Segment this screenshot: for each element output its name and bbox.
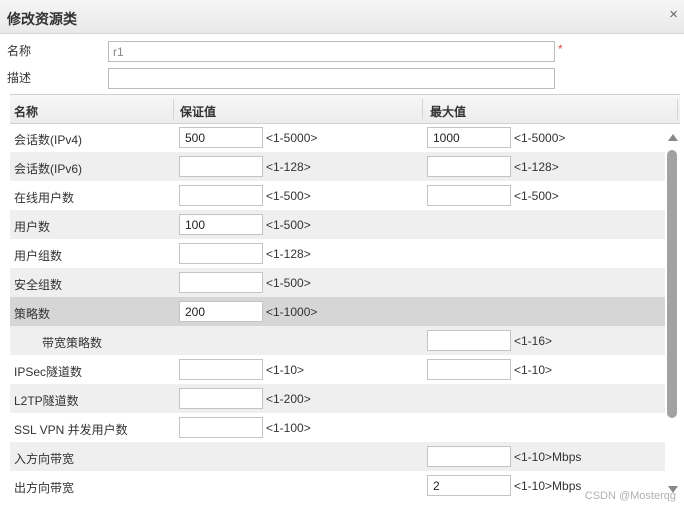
resource-table: 名称 保证值 最大值 会话数(IPv4)<1-5000><1-5000>会话数(… [10, 94, 684, 508]
table-scrollbar[interactable] [664, 128, 682, 508]
max-input[interactable] [427, 475, 511, 496]
table-row[interactable]: 出方向带宽 <1-10>Mbps [10, 471, 665, 500]
scroll-up-icon[interactable] [668, 134, 678, 141]
description-label: 描述 [7, 71, 32, 85]
table-row[interactable]: IPSec隧道数 <1-10> <1-10> [10, 355, 665, 384]
guarantee-range: <1-200> [266, 392, 311, 406]
row-name: 会话数(IPv6) [14, 162, 83, 176]
guarantee-range: <1-500> [266, 218, 311, 232]
table-row[interactable]: 带宽策略数 <1-16> [10, 326, 665, 355]
row-name: 策略数 [14, 307, 51, 321]
guarantee-input[interactable] [179, 272, 263, 293]
dialog-titlebar: 修改资源类 × [0, 0, 684, 34]
guarantee-range: <1-5000> [266, 131, 318, 145]
row-name: 带宽策略数 [42, 336, 103, 350]
table-row[interactable]: 策略数 <1-1000> [10, 297, 665, 326]
column-header-max: 最大值 [430, 105, 467, 119]
column-divider [422, 99, 423, 119]
guarantee-range: <1-500> [266, 189, 311, 203]
table-body: 会话数(IPv4) <1-5000> <1-5000> 会话数(IPv6) <1-128… [10, 123, 665, 500]
table-header: 名称 保证值 最大值 [10, 94, 680, 124]
table-row[interactable]: 会话数(IPv6) <1-128> <1-128> [10, 152, 665, 181]
guarantee-range: <1-1000> [266, 305, 318, 319]
row-name: 出方向带宽 [14, 481, 75, 495]
required-mark: * [558, 42, 563, 56]
max-input[interactable] [427, 359, 511, 380]
row-name: 用户数 [14, 220, 51, 234]
table-row[interactable]: 用户数 <1-500> [10, 210, 665, 239]
guarantee-range: <1-10> [266, 363, 305, 377]
max-range: <1-5000> [514, 131, 566, 145]
max-range: <1-128> [514, 160, 559, 174]
guarantee-input[interactable] [179, 214, 263, 235]
scroll-thumb[interactable] [667, 150, 677, 418]
name-label: 名称 [7, 44, 32, 58]
row-name: 在线用户数 [14, 191, 75, 205]
table-row[interactable]: 入方向带宽 <1-10>Mbps [10, 442, 665, 471]
row-name: L2TP隧道数 [14, 394, 79, 408]
table-row[interactable]: 会话数(IPv4) <1-5000> <1-5000> [10, 123, 665, 152]
max-range: <1-500> [514, 189, 559, 203]
description-input[interactable] [108, 68, 555, 89]
column-header-guarantee: 保证值 [180, 105, 217, 119]
guarantee-input[interactable] [179, 243, 263, 264]
max-input[interactable] [427, 127, 511, 148]
guarantee-input[interactable] [179, 127, 263, 148]
max-range: <1-10>Mbps [514, 450, 582, 464]
guarantee-input[interactable] [179, 388, 263, 409]
close-icon[interactable]: × [669, 7, 678, 23]
column-divider [677, 99, 678, 119]
table-row[interactable]: 安全组数 <1-500> [10, 268, 665, 297]
row-name: SSL VPN 并发用户数 [14, 423, 128, 437]
guarantee-input[interactable] [179, 185, 263, 206]
max-input[interactable] [427, 446, 511, 467]
max-range: <1-16> [514, 334, 553, 348]
guarantee-range: <1-128> [266, 160, 311, 174]
column-header-name: 名称 [14, 105, 39, 119]
row-name: 会话数(IPv4) [14, 133, 83, 147]
watermark: CSDN @Mosterqg [584, 490, 676, 502]
guarantee-input[interactable] [179, 359, 263, 380]
guarantee-range: <1-128> [266, 247, 311, 261]
table-row[interactable]: L2TP隧道数 <1-200> [10, 384, 665, 413]
guarantee-input[interactable] [179, 417, 263, 438]
row-name: 用户组数 [14, 249, 63, 263]
row-name: 安全组数 [14, 278, 63, 292]
name-input[interactable] [108, 41, 555, 62]
max-input[interactable] [427, 330, 511, 351]
column-divider [173, 99, 174, 119]
max-input[interactable] [427, 156, 511, 177]
guarantee-range: <1-100> [266, 421, 311, 435]
max-range: <1-10>Mbps [514, 479, 582, 493]
guarantee-range: <1-500> [266, 276, 311, 290]
row-name: IPSec隧道数 [14, 365, 83, 379]
guarantee-input[interactable] [179, 301, 263, 322]
row-name: 入方向带宽 [14, 452, 75, 466]
table-row[interactable]: 用户组数 <1-128> [10, 239, 665, 268]
table-row[interactable]: 在线用户数 <1-500> <1-500> [10, 181, 665, 210]
max-input[interactable] [427, 185, 511, 206]
dialog-title: 修改资源类 [7, 11, 77, 27]
table-row[interactable]: SSL VPN 并发用户数 <1-100> [10, 413, 665, 442]
guarantee-input[interactable] [179, 156, 263, 177]
max-range: <1-10> [514, 363, 553, 377]
